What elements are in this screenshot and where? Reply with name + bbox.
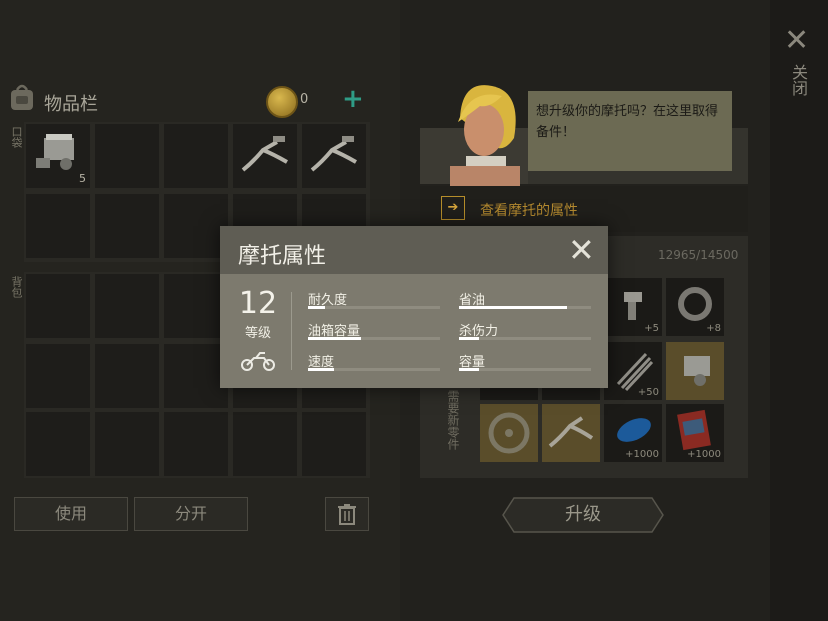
level-label: 等级 bbox=[244, 326, 271, 341]
inventory-slot[interactable] bbox=[26, 194, 90, 258]
inventory-slot[interactable] bbox=[26, 274, 90, 338]
engine-part-icon bbox=[684, 356, 710, 386]
inventory-slot-handlebar[interactable] bbox=[233, 124, 297, 188]
inventory-slot[interactable] bbox=[95, 274, 159, 338]
part-slot-spring[interactable]: +50 bbox=[604, 342, 662, 400]
inventory-slot[interactable] bbox=[95, 194, 159, 258]
stat-damage-bar bbox=[459, 337, 591, 340]
motorcycle-icon bbox=[241, 352, 275, 371]
inventory-slot[interactable] bbox=[26, 344, 90, 408]
trash-icon bbox=[338, 504, 356, 525]
part-slot-bolt[interactable]: +5 bbox=[604, 278, 662, 336]
part-slot-handlebar[interactable] bbox=[542, 404, 600, 462]
upgrade-progress: 12965/14500 bbox=[658, 248, 739, 262]
part-slot-gasket[interactable]: +8 bbox=[666, 278, 724, 336]
stat-durability-bar bbox=[308, 306, 440, 309]
split-button[interactable]: 分开 bbox=[134, 497, 248, 531]
part-count: +5 bbox=[644, 323, 659, 334]
part-slot-fuel-tank[interactable]: +1000 bbox=[604, 404, 662, 462]
close-icon[interactable]: ✕ bbox=[784, 26, 809, 56]
part-count: +1000 bbox=[625, 449, 659, 460]
add-coins-button[interactable]: + bbox=[342, 84, 364, 114]
inventory-slot[interactable] bbox=[164, 194, 228, 258]
dialog-divider bbox=[291, 292, 292, 370]
coin-count: 0 bbox=[300, 92, 309, 107]
handlebar-icon bbox=[241, 136, 288, 172]
required-parts-label: 需要新零件 bbox=[446, 390, 460, 450]
inventory-slot-engine[interactable]: 5 bbox=[26, 124, 90, 188]
inventory-slot[interactable] bbox=[302, 412, 366, 476]
part-count: +50 bbox=[637, 387, 659, 398]
character-avatar bbox=[450, 85, 520, 186]
handlebar-icon bbox=[310, 136, 357, 172]
bike-level: 12 bbox=[238, 286, 278, 321]
part-count: +8 bbox=[706, 323, 721, 334]
inventory-slot[interactable] bbox=[95, 344, 159, 408]
close-label[interactable]: 关闭 bbox=[786, 64, 810, 96]
part-slot-wheel[interactable] bbox=[480, 404, 538, 462]
part-count: +1000 bbox=[687, 449, 721, 460]
use-button[interactable]: 使用 bbox=[14, 497, 128, 531]
dialog-close-icon[interactable]: ✕ bbox=[568, 232, 595, 268]
wheel-icon bbox=[488, 412, 530, 454]
part-slot-engine[interactable] bbox=[666, 342, 724, 400]
inventory-title: 物品栏 bbox=[44, 94, 98, 115]
inventory-slot[interactable] bbox=[233, 412, 297, 476]
inventory-slot[interactable] bbox=[95, 412, 159, 476]
stat-fuel-saving-bar bbox=[459, 306, 591, 309]
stat-fuel-capacity-bar bbox=[308, 337, 440, 340]
inventory-slot[interactable] bbox=[26, 412, 90, 476]
coin-icon bbox=[266, 86, 298, 118]
inventory-slot-handlebar[interactable] bbox=[302, 124, 366, 188]
backpack-label: 背包 bbox=[10, 276, 23, 298]
inventory-slot[interactable] bbox=[164, 412, 228, 476]
inventory-slot[interactable] bbox=[164, 124, 228, 188]
slot-count: 5 bbox=[79, 172, 86, 185]
part-slot-manual[interactable]: +1000 bbox=[666, 404, 724, 462]
stat-capacity-bar bbox=[459, 368, 591, 371]
handlebar-icon bbox=[548, 416, 594, 448]
stat-speed-bar bbox=[308, 368, 440, 371]
backpack-icon bbox=[11, 84, 33, 110]
arrow-right-icon: ➔ bbox=[441, 196, 465, 220]
hint-bubble: 想升级你的摩托吗？在这里取得备件！ bbox=[528, 91, 732, 171]
pocket-label: 口袋 bbox=[10, 126, 23, 148]
inventory-slot[interactable] bbox=[164, 344, 228, 408]
view-properties-link[interactable]: 查看摩托的属性 bbox=[480, 200, 578, 220]
dialog-title: 摩托属性 bbox=[238, 244, 327, 269]
inventory-slot[interactable] bbox=[164, 274, 228, 338]
upgrade-button[interactable]: 升级 bbox=[502, 497, 664, 533]
inventory-slot[interactable] bbox=[95, 124, 159, 188]
delete-button[interactable] bbox=[325, 497, 369, 531]
